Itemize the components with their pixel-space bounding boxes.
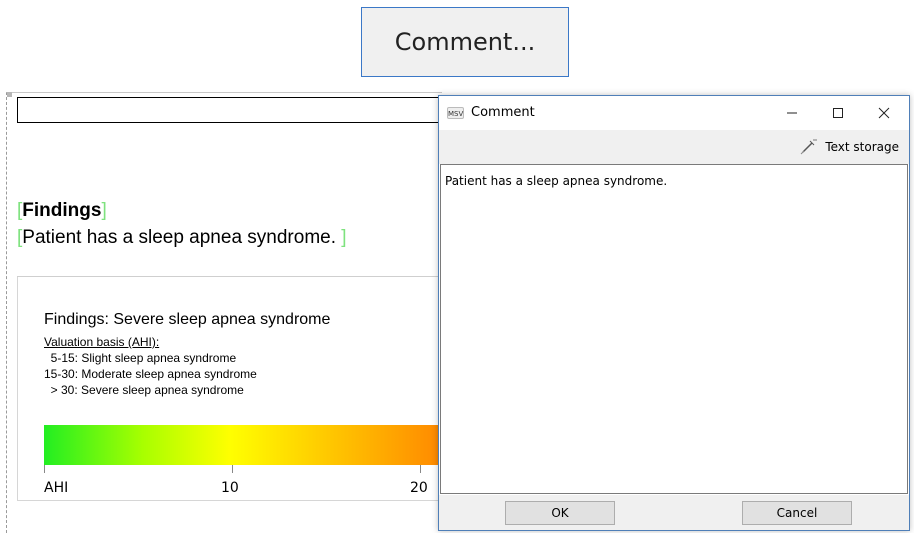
report-header-box xyxy=(17,97,442,123)
maximize-button[interactable] xyxy=(815,96,861,130)
app-icon: MSV xyxy=(447,107,464,119)
bracket-close: ] xyxy=(101,200,107,221)
maximize-icon xyxy=(833,108,843,118)
comment-dialog: MSV Comment Text storage Patient has a s… xyxy=(438,95,910,531)
dialog-toolbar: Text storage xyxy=(439,130,909,164)
ok-button[interactable]: OK xyxy=(505,501,615,525)
dialog-titlebar[interactable]: MSV Comment xyxy=(439,96,909,130)
axis-label-ahi: AHI xyxy=(44,480,69,496)
ahi-gradient-bar xyxy=(44,425,440,465)
cancel-button[interactable]: Cancel xyxy=(742,501,852,525)
comment-button[interactable]: Comment... xyxy=(361,7,569,77)
bracket-close: ] xyxy=(341,227,347,248)
findings-heading: [Findings] xyxy=(17,200,107,222)
close-button[interactable] xyxy=(861,96,907,130)
pen-icon xyxy=(800,139,818,155)
report-resize-marker xyxy=(7,92,12,97)
minimize-button[interactable] xyxy=(769,96,815,130)
minimize-icon xyxy=(787,112,797,114)
dialog-title: Comment xyxy=(471,105,535,120)
axis-label-10: 10 xyxy=(221,480,239,496)
findings-comment[interactable]: [Patient has a sleep apnea syndrome. ] xyxy=(17,227,347,249)
text-storage-button[interactable]: Text storage xyxy=(799,139,899,155)
comment-textarea[interactable]: Patient has a sleep apnea syndrome. xyxy=(440,164,908,494)
axis-tick xyxy=(420,465,421,473)
valuation-basis-label: Valuation basis (AHI): xyxy=(44,335,160,349)
axis-tick xyxy=(44,465,45,473)
basis-line-moderate: 15-30: Moderate sleep apnea syndrome xyxy=(44,367,257,381)
basis-line-slight: 5-15: Slight sleep apnea syndrome xyxy=(44,351,237,365)
axis-tick xyxy=(232,465,233,473)
axis-label-20: 20 xyxy=(410,480,428,496)
findings-heading-text: Findings xyxy=(22,200,102,221)
rating-title: Findings: Severe sleep apnea syndrome xyxy=(44,311,331,328)
basis-line-severe: > 30: Severe sleep apnea syndrome xyxy=(44,383,244,397)
text-storage-label: Text storage xyxy=(825,140,899,154)
close-icon xyxy=(878,107,890,119)
findings-comment-text: Patient has a sleep apnea syndrome. xyxy=(22,227,342,248)
dialog-footer: OK Cancel xyxy=(439,495,909,530)
